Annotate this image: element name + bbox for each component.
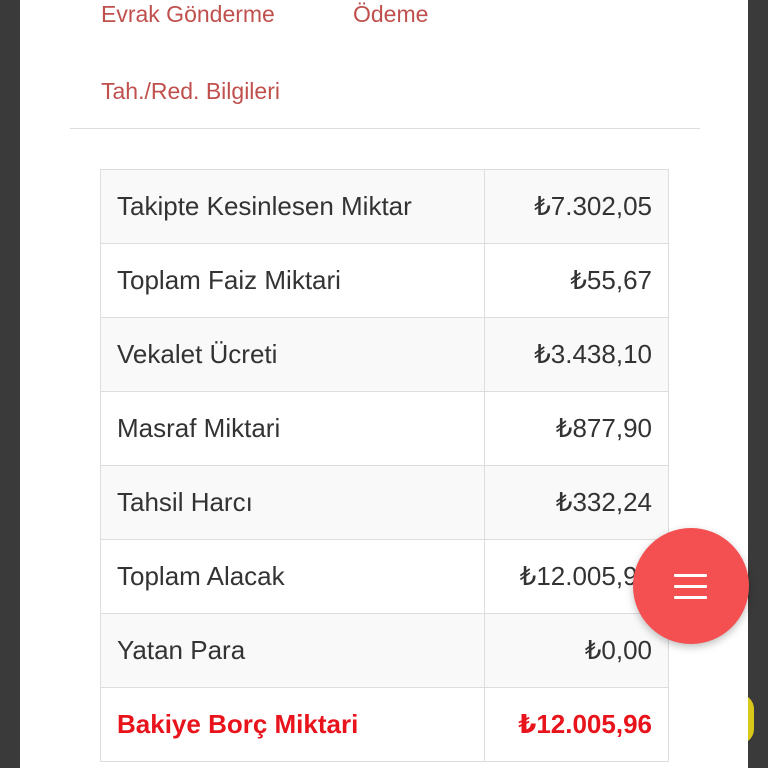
table-row: Masraf Miktari ₺877,90 [100, 391, 669, 466]
tab-tah-red-bilgileri[interactable]: Tah./Red. Bilgileri [101, 78, 280, 105]
row-label: Takipte Kesinlesen Miktar [100, 169, 485, 244]
page-content: Evrak Gönderme Ödeme Tah./Red. Bilgileri… [20, 0, 748, 768]
table-row: Yatan Para ₺0,00 [100, 613, 669, 688]
table-row: Takipte Kesinlesen Miktar ₺7.302,05 [100, 169, 669, 244]
divider [70, 128, 700, 129]
row-value: ₺12.005,96 [484, 687, 669, 762]
row-label: Tahsil Harcı [100, 465, 485, 540]
summary-table: Takipte Kesinlesen Miktar ₺7.302,05 Topl… [100, 169, 669, 762]
row-value: ₺3.438,10 [484, 317, 669, 392]
table-row: Tahsil Harcı ₺332,24 [100, 465, 669, 540]
row-value: ₺0,00 [484, 613, 669, 688]
row-label: Vekalet Ücreti [100, 317, 485, 392]
row-label: Toplam Alacak [100, 539, 485, 614]
row-label: Toplam Faiz Miktari [100, 243, 485, 318]
tab-odeme[interactable]: Ödeme [353, 1, 428, 28]
row-value: ₺877,90 [484, 391, 669, 466]
row-value: ₺7.302,05 [484, 169, 669, 244]
row-value: ₺332,24 [484, 465, 669, 540]
table-row: Toplam Alacak ₺12.005,96 [100, 539, 669, 614]
row-label: Masraf Miktari [100, 391, 485, 466]
row-value: ₺55,67 [484, 243, 669, 318]
row-label: Yatan Para [100, 613, 485, 688]
fab-menu-button[interactable] [633, 528, 749, 644]
table-row: Vekalet Ücreti ₺3.438,10 [100, 317, 669, 392]
table-row-balance-due: Bakiye Borç Miktari ₺12.005,96 [100, 687, 669, 762]
table-row: Toplam Faiz Miktari ₺55,67 [100, 243, 669, 318]
row-label: Bakiye Borç Miktari [100, 687, 485, 762]
tab-evrak-gonderme[interactable]: Evrak Gönderme [101, 1, 275, 28]
tab-bar: Evrak Gönderme Ödeme Tah./Red. Bilgileri [20, 0, 748, 130]
